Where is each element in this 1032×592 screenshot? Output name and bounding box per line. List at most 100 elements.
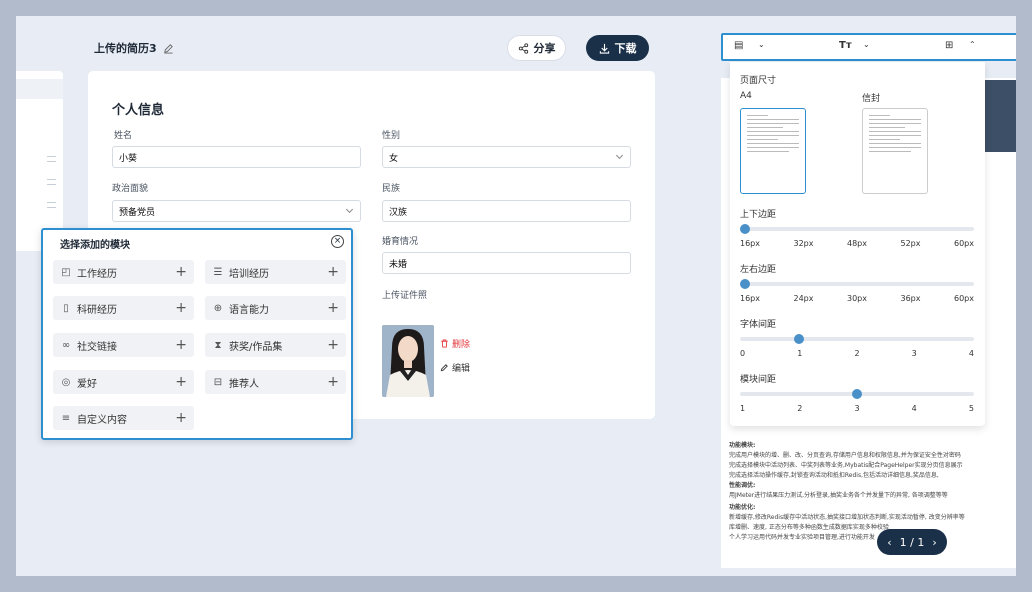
module-label: 语言能力 (229, 304, 269, 316)
slider-tick-label: 24px (793, 294, 814, 303)
slider-knob[interactable] (793, 334, 804, 344)
marital-field[interactable]: 未婚 (382, 252, 631, 274)
politics-select[interactable]: 预备党员 (112, 200, 361, 222)
preview-line: 功能模块: (729, 442, 756, 449)
name-label: 姓名 (114, 131, 133, 141)
ethnicity-field[interactable]: 汉族 (382, 200, 631, 222)
delete-photo-button[interactable]: 删除 (440, 337, 470, 350)
page-number: 1 / 1 (899, 535, 925, 549)
name-field[interactable]: 小葵 (112, 146, 361, 168)
module-label: 自定义内容 (77, 414, 127, 426)
module-spacing-label: 模块间距 (740, 375, 777, 385)
page-size-envelope-option[interactable] (862, 108, 928, 194)
share-icon (518, 42, 528, 54)
module-item-hobby[interactable]: ◎ 爱好 + (53, 370, 194, 394)
font-size-icon[interactable]: Tт (839, 40, 852, 51)
page-size-a4-option[interactable] (740, 108, 806, 194)
marital-value: 未婚 (389, 259, 408, 270)
slider-tick-label: 3 (911, 349, 917, 358)
pencil-icon[interactable] (163, 43, 174, 54)
module-item-referee[interactable]: ⊟ 推荐人 + (205, 370, 346, 394)
gender-label: 性别 (382, 131, 401, 141)
drag-handle-icon[interactable] (47, 202, 56, 208)
preview-line: 完成选择活动操作缓存,封锁查询活动和抵扣Redis,包括活动详细信息,奖品信息, (729, 472, 939, 479)
drag-handle-icon[interactable] (47, 179, 56, 185)
link-icon: ∞ (61, 339, 71, 351)
download-button[interactable]: 下载 (586, 35, 649, 61)
format-toolbar: ▤ ⌄ Tт ⌄ ⊞ ⌃ (721, 33, 1016, 61)
plus-icon[interactable]: + (327, 337, 339, 353)
preview-line: 完成用户模块的增、删、改、分页查询,存储用户信息和权限信息,并为保证安全性对密码 (729, 452, 961, 459)
plus-icon[interactable]: + (175, 300, 187, 316)
module-label: 获奖/作品集 (229, 341, 283, 353)
size-a4-label: A4 (740, 91, 752, 101)
layout-icon[interactable]: ⊞ (945, 40, 953, 51)
plus-icon[interactable]: + (175, 374, 187, 390)
share-button[interactable]: 分享 (507, 35, 566, 61)
inbox-icon: ⊟ (213, 376, 223, 388)
resume-title[interactable]: 上传的简历3 (94, 40, 157, 56)
plus-icon[interactable]: + (175, 264, 187, 280)
close-icon[interactable]: × (331, 235, 344, 248)
slider-tick-label: 52px (900, 239, 921, 248)
margin-tb-ticks: 16px 32px 48px 52px 60px (740, 239, 974, 248)
plus-icon[interactable]: + (175, 337, 187, 353)
page-title: 上传的简历3 (94, 40, 174, 56)
edit-label: 编辑 (452, 364, 471, 374)
chevron-down-icon (615, 151, 624, 160)
slider-knob[interactable] (852, 389, 862, 399)
politics-value: 预备党员 (119, 207, 156, 218)
slider-tick-label: 4 (968, 349, 974, 358)
slider-knob[interactable] (740, 279, 750, 289)
margin-lr-label: 左右边距 (740, 265, 777, 275)
slider-tick-label: 0 (740, 349, 746, 358)
preview-line: 完成选择模块中活动列表、中奖列表等业务,Mybatis配合PageHelper实… (729, 462, 963, 469)
chevron-down-icon[interactable]: ⌄ (758, 40, 765, 49)
module-item-research[interactable]: ▯ 科研经历 + (53, 296, 194, 320)
plus-icon[interactable]: + (175, 410, 187, 426)
module-label: 社交链接 (77, 341, 117, 353)
next-page-icon[interactable]: › (932, 536, 936, 549)
chevron-up-icon[interactable]: ⌃ (969, 40, 976, 49)
margin-lr-ticks: 16px 24px 30px 36px 60px (740, 294, 974, 303)
module-item-custom[interactable]: ≡ 自定义内容 + (53, 406, 194, 430)
gender-select[interactable]: 女 (382, 146, 631, 168)
slider-tick-label: 16px (740, 294, 760, 303)
chevron-down-icon[interactable]: ⌄ (863, 40, 870, 49)
prev-page-icon[interactable]: ‹ (887, 536, 891, 549)
trash-icon (441, 339, 448, 348)
module-spacing-slider[interactable] (740, 389, 974, 399)
template-icon[interactable]: ▤ (734, 40, 743, 51)
letter-spacing-ticks: 0 1 2 3 4 (740, 349, 974, 358)
module-label: 科研经历 (77, 304, 117, 316)
briefcase-icon: ◰ (61, 266, 71, 278)
slider-tick-label: 3 (854, 404, 860, 413)
margin-lr-slider[interactable] (740, 279, 974, 289)
dialog-title: 选择添加的模块 (60, 240, 130, 251)
ethnicity-label: 民族 (382, 184, 401, 194)
delete-label: 删除 (452, 340, 471, 350)
module-item-training[interactable]: ☰ 培训经历 + (205, 260, 346, 284)
module-item-work[interactable]: ◰ 工作经历 + (53, 260, 194, 284)
chevron-down-icon (345, 205, 354, 214)
module-item-language[interactable]: ⊕ 语言能力 + (205, 296, 346, 320)
plus-icon[interactable]: + (327, 264, 339, 280)
module-item-awards[interactable]: ⧗ 获奖/作品集 + (205, 333, 346, 357)
letter-spacing-label: 字体间距 (740, 320, 777, 330)
plus-icon[interactable]: + (327, 374, 339, 390)
margin-tb-label: 上下边距 (740, 210, 777, 220)
margin-tb-slider[interactable] (740, 224, 974, 234)
slider-tick-label: 48px (847, 239, 867, 248)
module-item-social[interactable]: ∞ 社交链接 + (53, 333, 194, 357)
page-size-label: 页面尺寸 (740, 76, 777, 86)
book-icon: ▯ (63, 302, 69, 314)
module-list-panel (16, 71, 63, 251)
edit-photo-button[interactable]: 编辑 (440, 361, 470, 374)
drag-handle-icon[interactable] (47, 156, 56, 162)
name-value: 小葵 (119, 153, 138, 164)
preview-line: 库增删、速度, 正态分布等多种函数生成数据库实现多种校验 (729, 524, 889, 531)
edit-icon (440, 364, 448, 372)
slider-knob[interactable] (740, 224, 750, 234)
letter-spacing-slider[interactable] (740, 334, 974, 344)
plus-icon[interactable]: + (327, 300, 339, 316)
